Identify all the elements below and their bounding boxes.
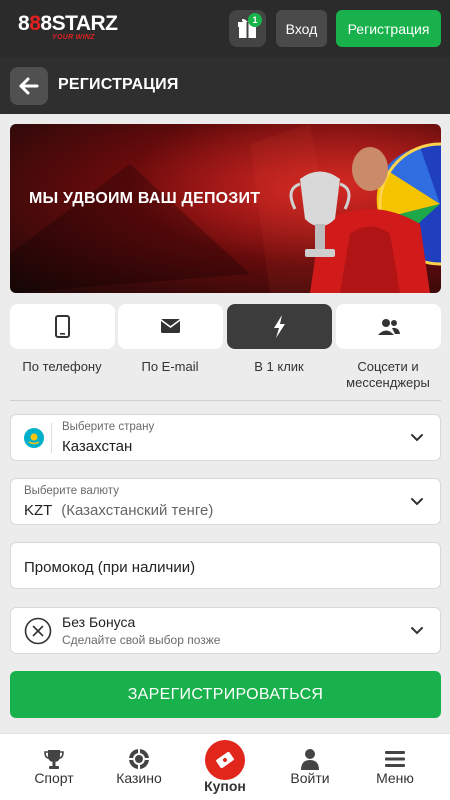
- register-button[interactable]: Регистрация: [336, 10, 441, 47]
- nav-casino[interactable]: Казино: [99, 734, 179, 800]
- promo-code-placeholder: Промокод (при наличии): [24, 559, 196, 576]
- chip-icon: [129, 749, 149, 769]
- close-circle-icon: [24, 617, 52, 645]
- submit-registration-button[interactable]: ЗАРЕГИСТРИРОВАТЬСЯ: [10, 671, 441, 718]
- nav-login-label: Войти: [290, 770, 330, 786]
- promo-code-input[interactable]: Промокод (при наличии): [10, 542, 441, 589]
- coupon-badge: [205, 740, 245, 780]
- field-separator: [51, 423, 52, 453]
- currency-code: KZT: [24, 502, 53, 519]
- hamburger-icon: [385, 751, 405, 767]
- nav-sport[interactable]: Спорт: [14, 734, 94, 800]
- currency-label: Выберите валюту: [24, 485, 119, 497]
- country-select[interactable]: Выберите страну Казахстан: [10, 414, 441, 461]
- tab-by-email[interactable]: [118, 304, 223, 349]
- lightning-icon: [274, 315, 285, 338]
- nav-menu-label: Меню: [376, 770, 414, 786]
- top-bar: 888STARZ YOUR WINZ 1 Вход Регистрация: [0, 0, 450, 57]
- nav-casino-label: Казино: [116, 770, 162, 786]
- nav-coupon-label: Купон: [204, 778, 246, 794]
- banner-headline: МЫ УДВОИМ ВАШ ДЕПОЗИТ: [29, 190, 261, 207]
- arrow-left-icon: [19, 77, 39, 95]
- currency-name: (Казахстанский тенге): [61, 502, 214, 519]
- currency-select[interactable]: Выберите валюту KZT (Казахстанский тенге…: [10, 478, 441, 525]
- country-value: Казахстан: [62, 438, 133, 455]
- nav-sport-label: Спорт: [34, 770, 74, 786]
- currency-value: KZT (Казахстанский тенге): [24, 502, 213, 519]
- chevron-down-icon: [411, 498, 423, 506]
- login-button[interactable]: Вход: [276, 10, 327, 47]
- tab-by-phone[interactable]: [10, 304, 115, 349]
- bottom-nav: Спорт Казино Купон Войти Меню: [0, 733, 450, 800]
- nav-login[interactable]: Войти: [270, 734, 350, 800]
- promo-banner[interactable]: МЫ УДВОИМ ВАШ ДЕПОЗИТ: [10, 124, 441, 293]
- tab-social[interactable]: [336, 304, 441, 349]
- kazakhstan-flag-icon: [24, 428, 44, 448]
- gift-count-badge: 1: [248, 13, 262, 27]
- tab-one-click-label: В 1 клик: [254, 359, 304, 374]
- chevron-down-icon: [411, 627, 423, 635]
- bonus-select[interactable]: Без Бонуса Сделайте свой выбор позже: [10, 607, 441, 654]
- chevron-down-icon: [411, 434, 423, 442]
- envelope-icon: [160, 319, 181, 333]
- phone-icon: [55, 315, 70, 338]
- tab-by-email-label: По E-mail: [141, 359, 199, 374]
- divider: [10, 400, 441, 401]
- tab-social-label: Соцсети и мессенджеры: [346, 359, 430, 390]
- banner-artwork: [10, 124, 441, 293]
- logo-tagline: YOUR WINZ: [52, 34, 95, 41]
- page-title: РЕГИСТРАЦИЯ: [58, 76, 179, 93]
- back-button[interactable]: [10, 67, 48, 105]
- bonus-subtitle: Сделайте свой выбор позже: [62, 633, 221, 647]
- nav-coupon[interactable]: Купон: [185, 734, 265, 800]
- ticket-icon: [216, 751, 234, 769]
- page-header: РЕГИСТРАЦИЯ: [0, 57, 450, 114]
- tab-one-click[interactable]: [227, 304, 332, 349]
- trophy-icon: [44, 750, 64, 769]
- user-icon: [301, 749, 319, 770]
- users-icon: [378, 319, 400, 335]
- logo[interactable]: 888STARZ YOUR WINZ: [18, 12, 118, 44]
- logo-wordmark: 888STARZ: [18, 12, 118, 35]
- tab-by-phone-label: По телефону: [22, 359, 102, 374]
- bonus-title: Без Бонуса: [62, 614, 136, 630]
- country-label: Выберите страну: [62, 421, 155, 433]
- nav-menu[interactable]: Меню: [355, 734, 435, 800]
